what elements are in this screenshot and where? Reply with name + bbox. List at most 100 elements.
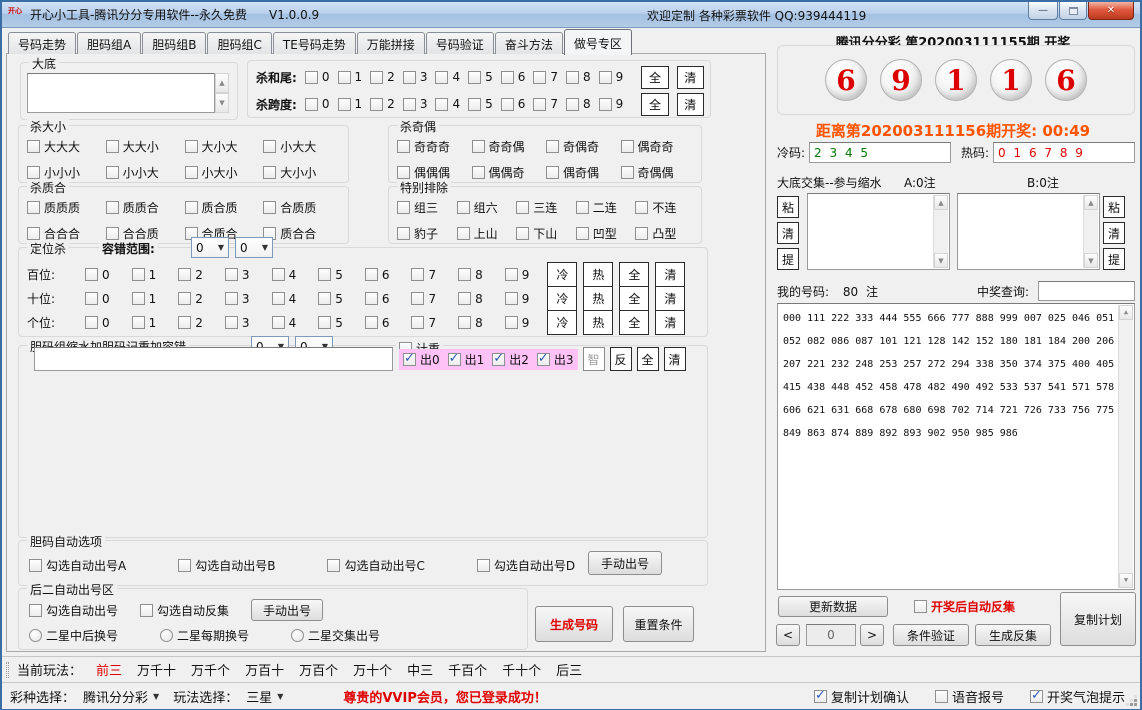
inverse-button[interactable]: 反: [610, 347, 632, 371]
qiou-checkbox[interactable]: 偶偶奇: [472, 164, 547, 181]
kill-kuadu-digit-checkbox[interactable]: 2: [370, 97, 395, 111]
out3-checkbox[interactable]: 出3: [537, 351, 574, 368]
play-mode-item[interactable]: 千十个: [502, 660, 541, 679]
smart-button[interactable]: 智: [583, 347, 605, 371]
kill-hewei-digit-checkbox[interactable]: 6: [501, 70, 526, 84]
intersect-left-button[interactable]: 提: [777, 248, 799, 270]
play-mode-item[interactable]: 万十个: [353, 660, 392, 679]
clear-button[interactable]: 清: [664, 347, 686, 371]
rear-two-checkbox[interactable]: 勾选自动出号: [29, 602, 118, 619]
copy-plan-button[interactable]: 复制计划: [1060, 592, 1136, 646]
tens-digit-checkbox[interactable]: 7: [411, 292, 436, 306]
out1-checkbox[interactable]: 出1: [448, 351, 485, 368]
dadi-textarea[interactable]: [27, 73, 215, 113]
rear-two-manual-button[interactable]: 手动出号: [251, 599, 323, 621]
kill-kuadu-digit-checkbox[interactable]: 6: [501, 97, 526, 111]
units-cold-button[interactable]: 冷: [547, 310, 577, 335]
scroll-down-icon[interactable]: ▼: [215, 93, 229, 113]
hundreds-digit-checkbox[interactable]: 2: [178, 268, 203, 282]
tab[interactable]: TE号码走势: [273, 32, 356, 54]
units-digit-checkbox[interactable]: 4: [272, 316, 297, 330]
intersect-left-button[interactable]: 清: [777, 222, 799, 244]
intersect-textarea-b[interactable]: ▲▼: [957, 193, 1100, 270]
cold-code-input[interactable]: 2 3 4 5: [809, 142, 951, 163]
tens-digit-checkbox[interactable]: 9: [505, 292, 530, 306]
qiou-checkbox[interactable]: 奇奇偶: [472, 138, 547, 155]
units-digit-checkbox[interactable]: 8: [458, 316, 483, 330]
hundreds-digit-checkbox[interactable]: 7: [411, 268, 436, 282]
zhihe-checkbox[interactable]: 质合质: [185, 199, 264, 216]
play-select-combo[interactable]: 三星▼: [246, 687, 283, 706]
hundreds-hot-button[interactable]: 热: [583, 262, 613, 287]
special-exclude-checkbox[interactable]: 三连: [516, 199, 576, 216]
play-mode-item[interactable]: 前三: [96, 660, 122, 679]
tens-digit-checkbox[interactable]: 3: [225, 292, 250, 306]
out0-checkbox[interactable]: 出0: [403, 351, 440, 368]
kill-hewei-clear-button[interactable]: 清: [677, 66, 704, 89]
play-mode-item[interactable]: 万百十: [245, 660, 284, 679]
win-query-input[interactable]: [1038, 281, 1135, 301]
scroll-down-icon[interactable]: ▼: [1119, 573, 1133, 588]
tens-digit-checkbox[interactable]: 4: [272, 292, 297, 306]
tab[interactable]: 胆码组C: [207, 32, 271, 54]
verify-conditions-button[interactable]: 条件验证: [893, 624, 969, 646]
auto-out-checkbox[interactable]: 勾选自动出号B: [178, 557, 275, 574]
units-digit-checkbox[interactable]: 2: [178, 316, 203, 330]
out2-checkbox[interactable]: 出2: [492, 351, 529, 368]
bottom-option-checkbox[interactable]: 语音报号: [935, 687, 1004, 706]
daxiao-checkbox[interactable]: 小小大: [106, 164, 185, 181]
hundreds-digit-checkbox[interactable]: 4: [272, 268, 297, 282]
kill-hewei-digit-checkbox[interactable]: 3: [403, 70, 428, 84]
special-exclude-checkbox[interactable]: 下山: [516, 225, 576, 242]
intersect-left-button[interactable]: 粘: [777, 196, 799, 218]
daxiao-checkbox[interactable]: 大大小: [106, 138, 185, 155]
rear-two-radio[interactable]: 二星中后换号: [29, 627, 118, 644]
tens-cold-button[interactable]: 冷: [547, 286, 577, 311]
kill-kuadu-digit-checkbox[interactable]: 4: [435, 97, 460, 111]
hundreds-clear-button[interactable]: 清: [655, 262, 685, 287]
kill-kuadu-digit-checkbox[interactable]: 1: [338, 97, 363, 111]
scroll-up-icon[interactable]: ▲: [1119, 305, 1133, 320]
qiou-checkbox[interactable]: 奇奇奇: [397, 138, 472, 155]
scroll-up-icon[interactable]: ▲: [934, 195, 948, 210]
update-data-button[interactable]: 更新数据: [778, 596, 888, 617]
intersect-textarea-a[interactable]: ▲▼: [807, 193, 950, 270]
special-exclude-checkbox[interactable]: 二连: [576, 199, 636, 216]
hundreds-digit-checkbox[interactable]: 0: [85, 268, 110, 282]
qiou-checkbox[interactable]: 偶奇奇: [621, 138, 696, 155]
scroll-up-icon[interactable]: ▲: [1084, 195, 1098, 210]
units-digit-checkbox[interactable]: 9: [505, 316, 530, 330]
rear-two-checkbox[interactable]: 勾选自动反集: [140, 602, 229, 619]
scroll-down-icon[interactable]: ▼: [934, 253, 948, 268]
tab[interactable]: 胆码组A: [77, 32, 141, 54]
all-button[interactable]: 全: [637, 347, 659, 371]
kill-kuadu-digit-checkbox[interactable]: 8: [566, 97, 591, 111]
play-mode-item[interactable]: 万千十: [137, 660, 176, 679]
kill-kuadu-digit-checkbox[interactable]: 0: [305, 97, 330, 111]
maximize-button[interactable]: [1059, 2, 1087, 20]
tens-clear-button[interactable]: 清: [655, 286, 685, 311]
kill-hewei-all-button[interactable]: 全: [641, 66, 668, 89]
reset-conditions-button[interactable]: 重置条件: [623, 606, 694, 642]
intersect-right-button[interactable]: 提: [1103, 248, 1125, 270]
daxiao-checkbox[interactable]: 小大大: [263, 138, 342, 155]
qiou-checkbox[interactable]: 偶奇偶: [546, 164, 621, 181]
rear-two-radio[interactable]: 二星交集出号: [291, 627, 380, 644]
special-exclude-checkbox[interactable]: 组三: [397, 199, 457, 216]
kill-hewei-digit-checkbox[interactable]: 8: [566, 70, 591, 84]
generate-fanji-button[interactable]: 生成反集: [975, 624, 1051, 646]
kill-hewei-digit-checkbox[interactable]: 1: [338, 70, 363, 84]
scroll-down-icon[interactable]: ▼: [1084, 253, 1098, 268]
special-exclude-checkbox[interactable]: 组六: [457, 199, 517, 216]
tab[interactable]: 胆码组B: [142, 32, 206, 54]
minimize-button[interactable]: —: [1028, 2, 1058, 20]
close-button[interactable]: ✕: [1088, 2, 1134, 20]
daxiao-checkbox[interactable]: 小大小: [185, 164, 264, 181]
kill-hewei-digit-checkbox[interactable]: 7: [533, 70, 558, 84]
hundreds-digit-checkbox[interactable]: 8: [458, 268, 483, 282]
kill-kuadu-digit-checkbox[interactable]: 9: [599, 97, 624, 111]
hundreds-digit-checkbox[interactable]: 6: [365, 268, 390, 282]
tens-all-button[interactable]: 全: [619, 286, 649, 311]
intersect-right-button[interactable]: 粘: [1103, 196, 1125, 218]
zhihe-checkbox[interactable]: 合质质: [263, 199, 342, 216]
